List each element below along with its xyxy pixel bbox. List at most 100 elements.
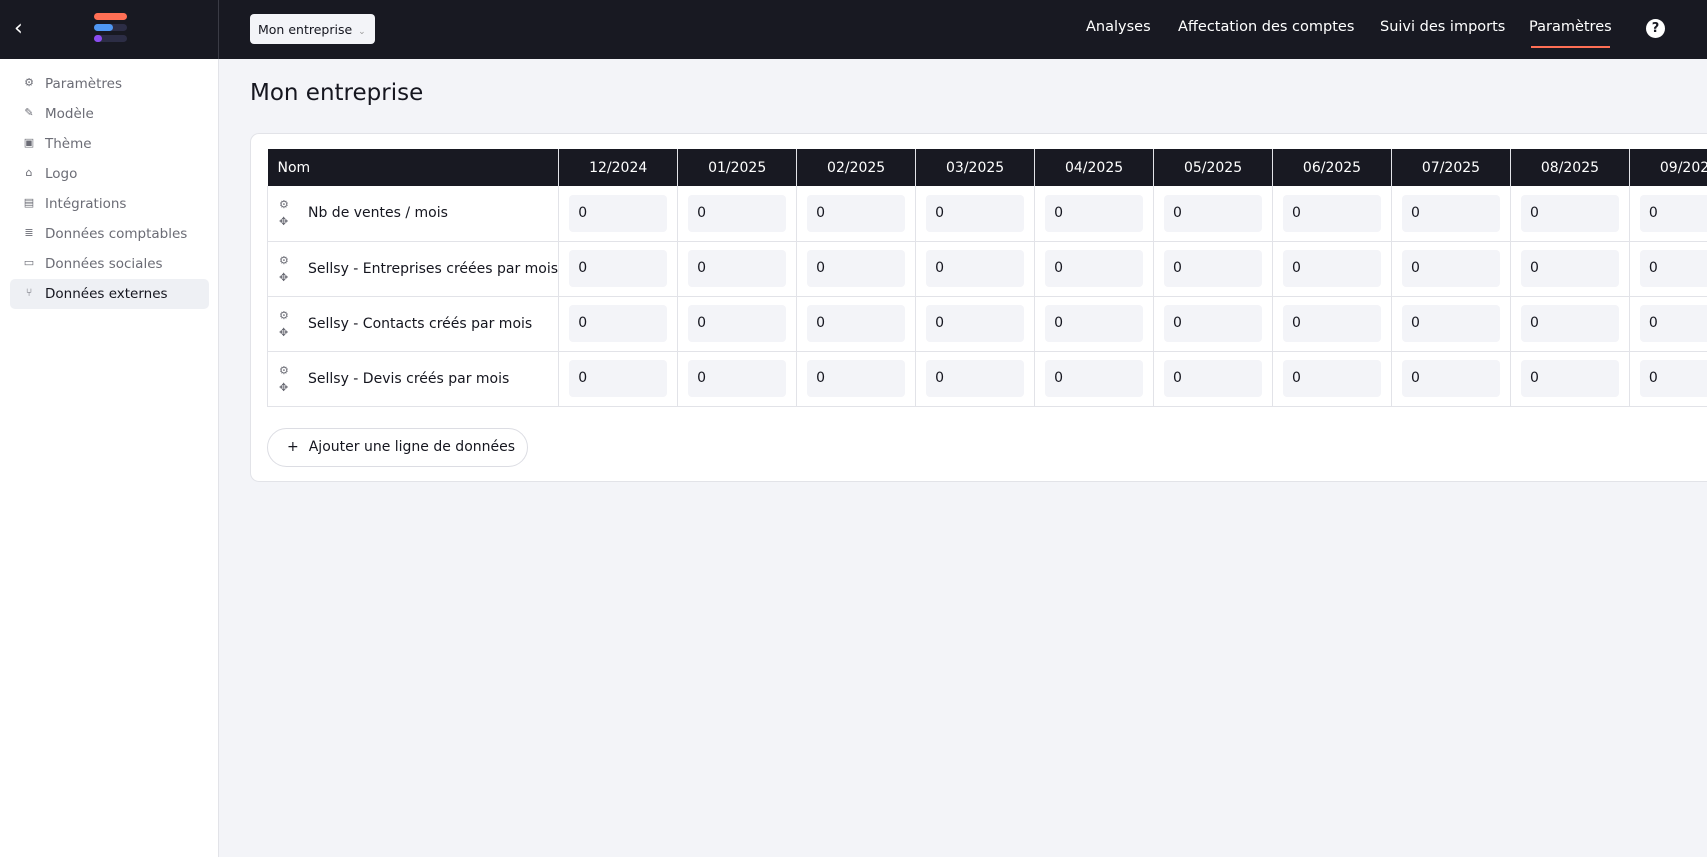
value-input[interactable]: 0 (1639, 305, 1707, 342)
value-input[interactable]: 0 (1639, 194, 1707, 232)
value-input[interactable]: 0 (569, 250, 668, 287)
sidebar-item-0[interactable]: ⚙ Paramètres (10, 69, 209, 99)
value-input[interactable]: 0 (807, 305, 906, 342)
value-cell: 0 (558, 186, 679, 242)
value-input[interactable]: 0 (1164, 250, 1263, 287)
value-input[interactable]: 0 (1164, 360, 1263, 397)
drag-move-icon[interactable]: ✥ (279, 271, 288, 284)
image-icon: ▣ (23, 136, 35, 149)
nav-parametres[interactable]: Paramètres (1529, 19, 1612, 48)
value-input[interactable]: 0 (1283, 194, 1381, 232)
value-cell: 0 (1509, 351, 1630, 407)
value-input[interactable]: 0 (1045, 194, 1144, 232)
value-input[interactable]: 0 (1520, 250, 1619, 287)
value-input[interactable]: 0 (1401, 194, 1500, 232)
value-input[interactable]: 0 (1164, 305, 1263, 342)
value-cell: 0 (915, 241, 1036, 297)
sidebar: ⚙ Paramètres ✎ Modèle ▣ Thème ⌂ Logo ▤ Intégratio… (0, 59, 219, 857)
nav-affectation-des-comptes[interactable]: Affectation des comptes (1178, 19, 1354, 35)
column-header-month: 09/2025 (1629, 149, 1707, 186)
value-input[interactable]: 0 (569, 305, 668, 342)
gear-icon: ⚙ (24, 76, 34, 89)
back-icon[interactable]: ‹ (14, 16, 23, 41)
app-logo[interactable] (94, 13, 127, 46)
row-settings-gear-icon[interactable]: ⚙ (279, 198, 289, 211)
row-settings-gear-icon[interactable]: ⚙ (279, 254, 289, 267)
drag-move-icon[interactable]: ✥ (279, 215, 288, 228)
help-icon[interactable]: ? (1646, 19, 1665, 38)
value-input[interactable]: 0 (1401, 305, 1500, 342)
value-input[interactable]: 0 (688, 360, 787, 397)
add-data-row-button[interactable]: + Ajouter une ligne de données (267, 428, 528, 467)
column-header-month: 05/2025 (1153, 149, 1274, 186)
value-input[interactable]: 0 (807, 250, 906, 287)
sidebar-item-label: Logo (45, 166, 78, 182)
value-input[interactable]: 0 (1401, 360, 1500, 397)
value-input[interactable]: 0 (1045, 360, 1144, 397)
value-cell: 0 (1509, 241, 1630, 297)
sidebar-item-label: Données sociales (45, 256, 163, 272)
value-cell: 0 (1034, 296, 1155, 352)
value-input[interactable]: 0 (1283, 305, 1381, 342)
home-icon: ⌂ (25, 166, 33, 179)
value-input[interactable]: 0 (569, 360, 668, 397)
nav-analyses[interactable]: Analyses (1086, 19, 1151, 35)
value-input[interactable]: 0 (807, 360, 906, 397)
value-input[interactable]: 0 (926, 194, 1025, 232)
value-cell: 0 (1034, 241, 1155, 297)
value-cell: 0 (1509, 296, 1630, 352)
value-cell: 0 (1153, 296, 1274, 352)
row-settings-gear-icon[interactable]: ⚙ (279, 309, 289, 322)
value-cell: 0 (1034, 351, 1155, 407)
value-input[interactable]: 0 (1283, 250, 1381, 287)
value-cell: 0 (1390, 241, 1511, 297)
value-input[interactable]: 0 (1639, 360, 1707, 397)
value-input[interactable]: 0 (926, 360, 1025, 397)
drag-move-icon[interactable]: ✥ (279, 381, 288, 394)
value-input[interactable]: 0 (1401, 250, 1500, 287)
sidebar-header: ‹ (0, 0, 219, 59)
sidebar-item-3[interactable]: ⌂ Logo (10, 159, 209, 189)
value-input[interactable]: 0 (688, 194, 787, 232)
value-input[interactable]: 0 (1520, 360, 1619, 397)
value-cell: 0 (796, 351, 917, 407)
value-input[interactable]: 0 (1520, 194, 1619, 232)
value-input[interactable]: 0 (926, 250, 1025, 287)
value-cell: 0 (1390, 351, 1511, 407)
sidebar-item-2[interactable]: ▣ Thème (10, 129, 209, 159)
row-name-cell: ⚙ ✥ Sellsy - Contacts créés par mois (266, 296, 560, 352)
value-input[interactable]: 0 (1520, 305, 1619, 342)
value-input[interactable]: 0 (1639, 250, 1707, 287)
sidebar-item-1[interactable]: ✎ Modèle (10, 99, 209, 129)
sidebar-item-6[interactable]: ▭ Données sociales (10, 249, 209, 279)
value-input[interactable]: 0 (807, 194, 906, 232)
page-title: Mon entreprise (250, 80, 424, 106)
column-header-nom: Nom (267, 149, 560, 186)
value-cell: 0 (1390, 186, 1511, 242)
column-header-month: 02/2025 (796, 149, 917, 186)
file-icon: ▤ (23, 196, 35, 209)
value-input[interactable]: 0 (688, 250, 787, 287)
value-input[interactable]: 0 (1283, 360, 1381, 397)
company-selector[interactable]: Mon entreprise ⌄ (250, 14, 375, 44)
value-input[interactable]: 0 (1164, 194, 1263, 232)
row-settings-gear-icon[interactable]: ⚙ (279, 364, 289, 377)
sidebar-item-label: Paramètres (45, 76, 122, 92)
row-name-cell: ⚙ ✥ Sellsy - Entreprises créées par mois (266, 241, 560, 297)
table-row: ⚙ ✥ Sellsy - Contacts créés par mois 0 0 0 0 0 0… (266, 296, 1707, 352)
value-input[interactable]: 0 (688, 305, 787, 342)
value-cell: 0 (1153, 241, 1274, 297)
feather-icon: ✎ (24, 106, 34, 119)
value-input[interactable]: 0 (1045, 250, 1144, 287)
sidebar-item-5[interactable]: ≣ Données comptables (10, 219, 209, 249)
nav-suivi-des-imports[interactable]: Suivi des imports (1380, 19, 1505, 35)
value-input[interactable]: 0 (569, 194, 668, 232)
value-input[interactable]: 0 (926, 305, 1025, 342)
value-cell: 0 (915, 351, 1036, 407)
id-card-icon: ▭ (23, 256, 35, 269)
value-input[interactable]: 0 (1045, 305, 1144, 342)
drag-move-icon[interactable]: ✥ (279, 326, 288, 339)
sidebar-item-7[interactable]: ⑂ Données externes (10, 279, 209, 309)
sidebar-item-4[interactable]: ▤ Intégrations (10, 189, 209, 219)
value-cell: 0 (1272, 296, 1392, 352)
